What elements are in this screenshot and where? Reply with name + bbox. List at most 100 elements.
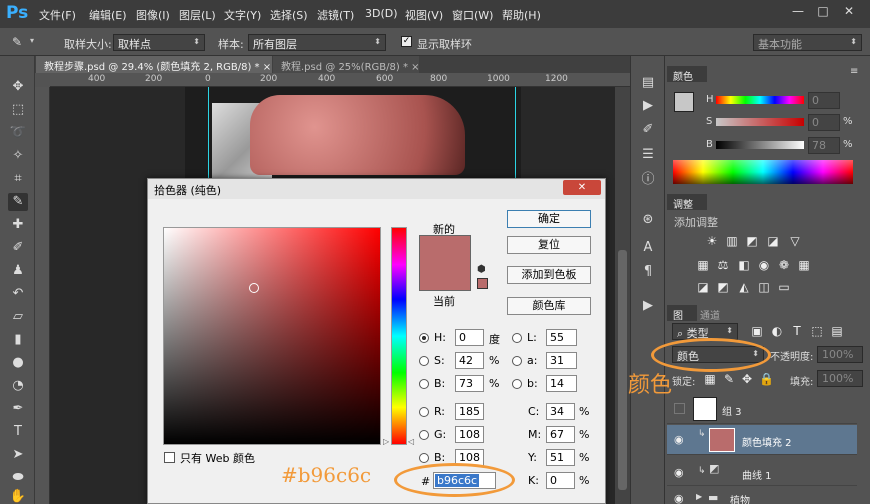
eye-icon[interactable]: ◉ [674,466,684,479]
eyedropper-tool-icon[interactable]: ✎ [12,35,30,49]
lock-position-icon[interactable]: ✥ [740,372,754,386]
crop-tool-icon[interactable]: ⌗ [8,170,28,188]
tool-preset-chevron-icon[interactable]: ▾ [30,36,34,45]
info-panel-icon[interactable]: ⓘ [640,172,656,188]
fill-color-thumbnail[interactable] [709,428,735,452]
color-spectrum-ramp[interactable] [673,160,853,184]
lock-all-icon[interactable]: 🔒 [759,372,774,386]
blur-tool-icon[interactable]: ● [8,354,28,372]
ok-button[interactable]: 确定 [507,210,591,228]
minimize-button[interactable]: — [789,4,807,20]
filter-pixel-icon[interactable]: ▣ [750,324,764,338]
sample-layers-dropdown[interactable]: 所有图层 ⬍ [248,34,386,51]
color-balance-icon[interactable]: ⚖ [716,258,730,272]
tab-layers[interactable]: 图层 [667,305,697,337]
filter-adjustment-icon[interactable]: ◐ [770,324,784,338]
magenta-input[interactable]: 67 [546,426,575,443]
eye-icon[interactable]: ◉ [674,492,684,504]
photo-filter-icon[interactable]: ◉ [757,258,771,272]
color-lookup-icon[interactable]: ▦ [797,258,811,272]
hue-saturation-icon[interactable]: ▦ [696,258,710,272]
close-icon[interactable]: × [411,62,419,73]
workspace-dropdown[interactable]: 基本功能 ⬍ [753,34,862,51]
opacity-field[interactable]: 100% [817,346,863,363]
gradient-map-icon[interactable]: ▭ [777,280,791,294]
invert-icon[interactable]: ◪ [696,280,710,294]
filter-shape-icon[interactable]: ⬚ [810,324,824,338]
show-sampling-ring-checkbox[interactable]: ✓ [401,36,412,47]
brightness-slider[interactable] [716,141,804,149]
properties-panel-icon[interactable]: ☰ [640,147,656,163]
b-channel-input[interactable]: 14 [546,375,577,392]
menu-help[interactable]: 帮助(H) [502,7,541,23]
menu-image[interactable]: 图像(I) [136,7,170,23]
menu-filter[interactable]: 滤镜(T) [317,7,354,23]
hue-slider[interactable] [716,96,804,104]
current-color-swatch[interactable] [419,263,471,291]
green-radio[interactable] [419,430,429,440]
a-channel-radio[interactable] [512,356,522,366]
menu-select[interactable]: 选择(S) [270,7,308,23]
add-to-swatches-button[interactable]: 添加到色板 [507,266,591,284]
move-tool-icon[interactable]: ✥ [8,78,28,96]
cyan-input[interactable]: 34 [546,403,575,420]
filter-smart-icon[interactable]: ▤ [830,324,844,338]
shape-tool-icon[interactable]: ⬬ [8,469,28,487]
yellow-input[interactable]: 51 [546,449,575,466]
panel-menu-icon[interactable]: ≡ [850,66,858,77]
layer-visibility-toggle[interactable] [674,403,685,414]
saturation-input[interactable]: 42 [455,352,484,369]
lock-pixels-icon[interactable]: ✎ [722,372,736,386]
brush-panel-icon[interactable]: ✐ [640,122,656,138]
tab-color[interactable]: 颜色 [667,66,707,83]
channel-mixer-icon[interactable]: ❁ [777,258,791,272]
brightness-value[interactable]: 78 [808,137,840,154]
black-white-icon[interactable]: ◧ [737,258,751,272]
lasso-tool-icon[interactable]: ➰ [8,124,28,142]
web-colors-checkbox[interactable] [164,452,175,463]
filter-type-icon[interactable]: T [790,324,804,338]
pen-tool-icon[interactable]: ✒ [8,400,28,418]
red-radio[interactable] [419,407,429,417]
path-select-tool-icon[interactable]: ➤ [8,446,28,464]
saturation-brightness-field[interactable] [163,227,381,445]
menu-window[interactable]: 窗口(W) [452,7,493,23]
brightness-input[interactable]: 73 [455,375,484,392]
actions-panel-icon[interactable]: ▶ [640,98,656,114]
color-picker-cursor[interactable] [249,283,259,293]
tab-tutorial[interactable]: 教程.psd @ 25%(RGB/8) * × [273,56,420,73]
tab-adjustments[interactable]: 调整 [667,194,707,211]
saturation-radio[interactable] [419,356,429,366]
brush-tool-icon[interactable]: ✐ [8,239,28,257]
threshold-icon[interactable]: ◭ [737,280,751,294]
gradient-tool-icon[interactable]: ▮ [8,331,28,349]
menu-layer[interactable]: 图层(L) [179,7,216,23]
menu-3d[interactable]: 3D(D) [365,7,398,20]
black-input[interactable]: 0 [546,472,575,489]
lightness-input[interactable]: 55 [546,329,577,346]
paragraph-panel-icon[interactable]: ¶ [640,264,656,280]
eye-icon[interactable]: ◉ [674,433,684,446]
hue-input[interactable]: 0 [455,329,484,346]
character-panel-icon[interactable]: A [640,240,656,256]
saturation-value[interactable]: 0 [808,114,840,131]
a-channel-input[interactable]: 31 [546,352,577,369]
green-input[interactable]: 108 [455,426,484,443]
menu-type[interactable]: 文字(Y) [224,7,261,23]
posterize-icon[interactable]: ◩ [716,280,730,294]
stamp-tool-icon[interactable]: ♟ [8,262,28,280]
clone-source-icon[interactable]: ⊛ [640,212,656,228]
menu-view[interactable]: 视图(V) [405,7,443,23]
hue-slider-left-arrow-icon[interactable]: ▷ [383,437,389,446]
menu-file[interactable]: 文件(F) [39,7,76,23]
curves-icon[interactable]: ◩ [745,234,759,248]
tab-tutorial-steps[interactable]: 教程步骤.psd @ 29.4% (颜色填充 2, RGB/8) * × [36,56,272,73]
hue-radio[interactable] [419,333,429,343]
scroll-thumb[interactable] [618,250,627,490]
tab-channels[interactable]: 通道 [700,307,720,322]
brightness-radio[interactable] [419,379,429,389]
hue-slider-bar[interactable] [391,227,407,445]
history-brush-icon[interactable]: ↶ [8,285,28,303]
close-window-button[interactable]: ✕ [840,4,858,20]
layer-name[interactable]: 组 3 [722,403,742,418]
